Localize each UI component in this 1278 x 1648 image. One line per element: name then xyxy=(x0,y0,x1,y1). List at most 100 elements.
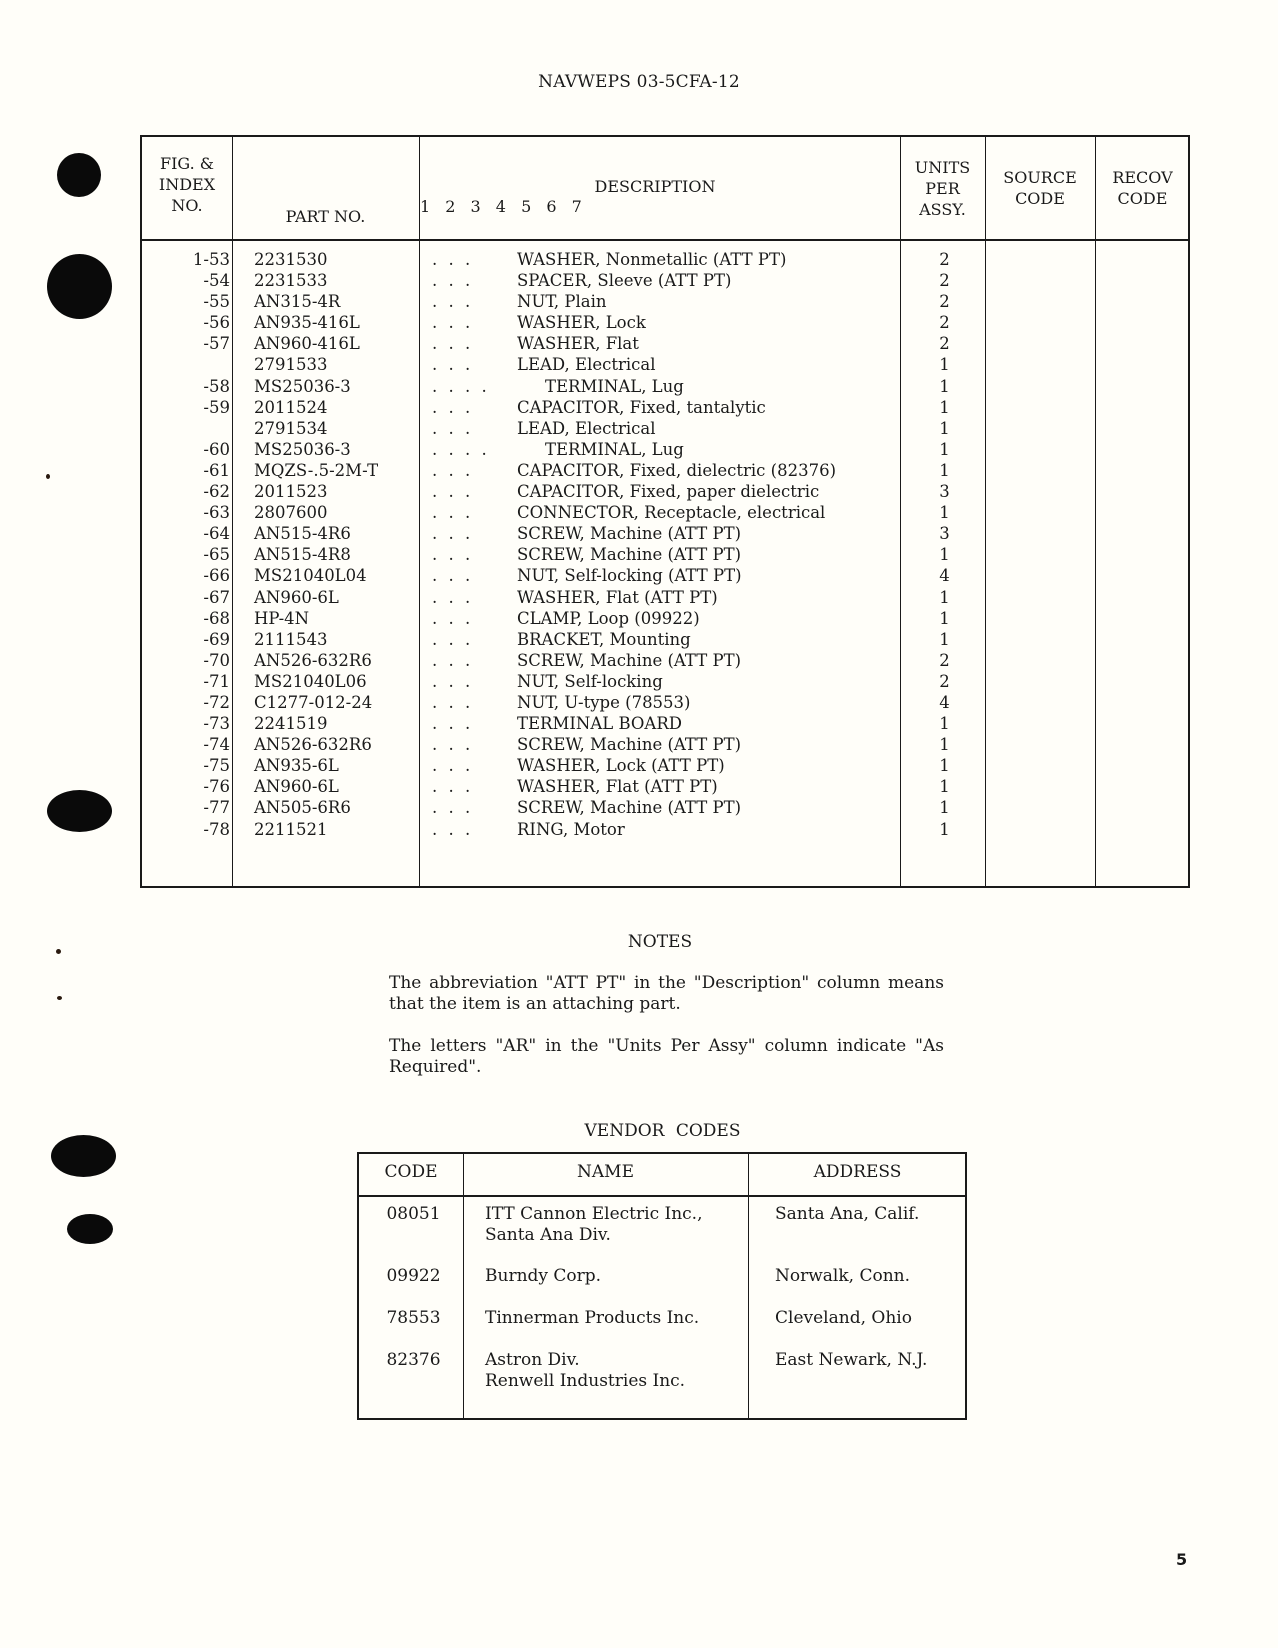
indent-dots: . . . xyxy=(432,587,471,607)
units-per-assy: 1 xyxy=(939,376,950,396)
units-per-assy: 1 xyxy=(939,756,950,776)
description: WASHER, Nonmetallic (ATT PT) xyxy=(517,250,787,269)
description: CONNECTOR, Receptacle, electrical xyxy=(517,503,826,523)
indent-dots: . . . . xyxy=(432,439,487,459)
description: BRACKET, Mounting xyxy=(517,629,691,649)
part-no: MQZS-.5-2M-T xyxy=(254,460,379,480)
vendor-code: 08051 xyxy=(386,1204,441,1224)
page-number: 5 xyxy=(1176,1550,1188,1569)
indent-dots: . . . xyxy=(432,524,471,544)
units-per-assy: 1 xyxy=(939,798,950,818)
part-no: 2231533 xyxy=(254,271,328,291)
part-no: AN315-4R xyxy=(254,292,341,312)
part-no: MS25036-3 xyxy=(254,376,351,396)
parts-table-row: -76 AN960-6L . . . WASHER, Flat (ATT PT) 1 xyxy=(142,776,1188,797)
description: TERMINAL, Lug xyxy=(545,376,684,396)
description: WASHER, Flat xyxy=(517,334,639,354)
vendor-name: Burndy Corp. xyxy=(485,1266,602,1286)
units-per-assy: 1 xyxy=(939,608,950,628)
index-no: -56 xyxy=(203,313,230,333)
indent-dots: . . . xyxy=(432,460,471,480)
units-per-assy: 2 xyxy=(939,671,950,691)
units-per-assy: 2 xyxy=(939,271,950,291)
units-per-assy: 1 xyxy=(939,397,950,417)
indent-dots: . . . xyxy=(432,629,471,649)
parts-rows: 1-53 2231530 . . . WASHER, Nonmetallic (ATT… xyxy=(142,249,1188,840)
part-no: AN515-4R6 xyxy=(254,524,351,544)
notes-title: NOTES xyxy=(627,932,693,952)
vendor-codes-table: CODE NAME ADDRESS 08051 ITT Cannon Electr… xyxy=(357,1152,967,1420)
vendor-codes-title: VENDOR CODES xyxy=(584,1121,741,1141)
part-no: C1277-012-24 xyxy=(254,692,373,712)
part-no: 2231530 xyxy=(254,250,328,269)
parts-table-row: -72 C1277-012-24 . . . NUT, U-type (78553) 4 xyxy=(142,692,1188,713)
header-units-per-assy: UNITS PER ASSY. xyxy=(914,157,971,219)
vendor-name: Astron Div. Renwell Industries Inc. xyxy=(485,1350,686,1391)
column-divider xyxy=(463,1154,464,1418)
index-no: 1-53 xyxy=(192,250,230,269)
index-no: -76 xyxy=(203,777,230,797)
index-no: -78 xyxy=(203,819,230,839)
indent-dots: . . . xyxy=(432,313,471,333)
index-no: -66 xyxy=(203,566,230,586)
part-no: 2791534 xyxy=(254,418,328,438)
part-no: 2211521 xyxy=(254,819,328,839)
index-no: -57 xyxy=(203,334,230,354)
units-per-assy: 2 xyxy=(939,334,950,354)
description: WASHER, Flat (ATT PT) xyxy=(517,777,718,797)
parts-table-row: -70 AN526-632R6 . . . SCREW, Machine (ATT P… xyxy=(142,650,1188,671)
description: SPACER, Sleeve (ATT PT) xyxy=(517,271,732,291)
part-no: AN515-4R8 xyxy=(254,545,351,565)
header-description-title: DESCRIPTION xyxy=(594,177,716,196)
description: NUT, Self-locking (ATT PT) xyxy=(517,566,742,586)
part-no: AN526-632R6 xyxy=(254,735,372,755)
description: SCREW, Machine (ATT PT) xyxy=(517,735,742,755)
units-per-assy: 4 xyxy=(939,566,950,586)
parts-table-row: -65 AN515-4R8 . . . SCREW, Machine (ATT PT)… xyxy=(142,544,1188,565)
note-ar: The letters "AR" in the "Units Per Assy"… xyxy=(389,1036,944,1077)
document-id: NAVWEPS 03-5CFA-12 xyxy=(538,72,740,92)
index-no: -55 xyxy=(203,292,230,312)
parts-table-row: -77 AN505-6R6 . . . SCREW, Machine (ATT PT)… xyxy=(142,797,1188,818)
indent-dots: . . . xyxy=(432,250,471,269)
header-code: CODE xyxy=(384,1162,438,1182)
parts-table-row: -56 AN935-416L . . . WASHER, Lock 2 xyxy=(142,312,1188,333)
description: CAPACITOR, Fixed, paper dielectric xyxy=(517,482,820,502)
units-per-assy: 2 xyxy=(939,292,950,312)
parts-table-row: -71 MS21040L06 . . . NUT, Self-locking 2 xyxy=(142,671,1188,692)
parts-list-table: FIG. & INDEX NO. PART NO. DESCRIPTION 1 … xyxy=(140,135,1190,888)
parts-table-row: -78 2211521 . . . RING, Motor 1 xyxy=(142,819,1188,840)
description: CAPACITOR, Fixed, dielectric (82376) xyxy=(517,460,837,480)
index-no: -60 xyxy=(203,439,230,459)
description: NUT, U-type (78553) xyxy=(517,692,691,712)
units-per-assy: 1 xyxy=(939,629,950,649)
index-no: -72 xyxy=(203,692,230,712)
binder-hole xyxy=(67,1214,113,1244)
units-per-assy: 1 xyxy=(939,587,950,607)
indent-dots: . . . xyxy=(432,418,471,438)
indent-dots: . . . xyxy=(432,482,471,502)
vendor-address: Norwalk, Conn. xyxy=(775,1266,911,1286)
parts-table-row: -69 2111543 . . . BRACKET, Mounting 1 xyxy=(142,629,1188,650)
header-description: DESCRIPTION 1 2 3 4 5 6 7 xyxy=(420,177,900,216)
indent-dots: . . . xyxy=(432,671,471,691)
header-name: NAME xyxy=(577,1162,634,1182)
description: RING, Motor xyxy=(517,819,625,839)
description: LEAD, Electrical xyxy=(517,355,656,375)
indent-dots: . . . xyxy=(432,819,471,839)
description: TERMINAL BOARD xyxy=(517,714,682,734)
parts-table-row: 1-53 2231530 . . . WASHER, Nonmetallic (ATT… xyxy=(142,249,1188,270)
units-per-assy: 3 xyxy=(939,482,950,502)
index-no: -65 xyxy=(203,545,230,565)
parts-table-row: -64 AN515-4R6 . . . SCREW, Machine (ATT PT)… xyxy=(142,523,1188,544)
index-no: -59 xyxy=(203,397,230,417)
part-no: AN935-6L xyxy=(254,756,339,776)
index-no: -64 xyxy=(203,524,230,544)
parts-table-row: -62 2011523 . . . CAPACITOR, Fixed, paper d… xyxy=(142,481,1188,502)
part-no: 2241519 xyxy=(254,714,328,734)
part-no: AN960-6L xyxy=(254,777,339,797)
part-no: 2791533 xyxy=(254,355,328,375)
description: WASHER, Lock (ATT PT) xyxy=(517,756,725,776)
indent-dots: . . . xyxy=(432,777,471,797)
index-no: -69 xyxy=(203,629,230,649)
